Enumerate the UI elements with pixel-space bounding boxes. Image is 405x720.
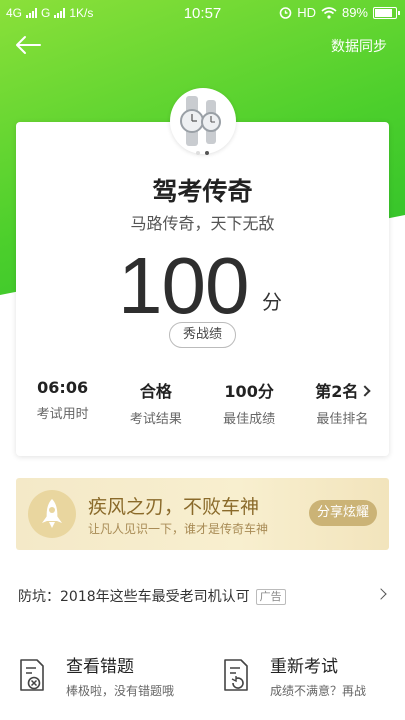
action-subtitle: 棒极啦，没有错题哦: [66, 684, 175, 698]
battery-icon: [373, 6, 400, 19]
stat-value: 第2名: [296, 378, 389, 402]
action-title: 查看错题: [66, 657, 134, 677]
ad-tag: 广告: [255, 589, 286, 605]
status-bar: 4G G 1K/s 10:57 HD 89%: [0, 0, 405, 28]
banner-title: 疾风之刃，不败车神: [88, 496, 260, 518]
stat-label: 考试结果: [129, 412, 182, 427]
watch-medal-icon: [180, 96, 221, 146]
stat-label: 考试用时: [36, 407, 89, 422]
result-title: 驾考传奇: [152, 177, 253, 206]
back-arrow-icon[interactable]: [14, 34, 42, 56]
rocket-icon: [42, 499, 62, 528]
stat-label: 最佳成绩: [223, 412, 276, 427]
hd-indicator: HD: [297, 5, 316, 20]
stat-value: 100分: [224, 382, 274, 401]
rocket-badge: [28, 490, 76, 538]
stat-exam-result: 合格 考试结果: [109, 378, 202, 427]
show-result-button[interactable]: 秀战绩: [169, 322, 236, 348]
alarm-icon: [279, 7, 292, 19]
ad-text: 防坑：2018年这些车最受老司机认可: [18, 589, 250, 605]
action-title: 重新考试: [270, 657, 338, 677]
stat-best-rank[interactable]: 第2名 最佳排名: [296, 378, 389, 427]
share-show-off-button[interactable]: 分享炫耀: [309, 500, 377, 526]
retake-exam-icon: [224, 659, 248, 691]
data-sync-button[interactable]: 数据同步: [331, 36, 387, 56]
stat-value: 06:06: [37, 378, 89, 397]
wrong-questions-icon: [20, 659, 44, 691]
chevron-right-icon: [359, 385, 372, 397]
banner-subtitle: 让凡人见识一下，谁才是传奇车神: [88, 522, 269, 536]
action-subtitle: 成绩不满意？再战: [270, 684, 367, 698]
result-subtitle: 马路传奇，天下无敌: [130, 214, 275, 233]
stat-exam-time: 06:06 考试用时: [16, 378, 109, 427]
chevron-right-icon: [375, 588, 387, 600]
rank-value: 第2名: [315, 382, 359, 401]
ad-text-wrap: 防坑：2018年这些车最受老司机认可 广告: [18, 586, 286, 606]
medal-pager-dots: [196, 151, 209, 155]
stat-best-score: 100分 最佳成绩: [203, 378, 296, 427]
exam-score: 100: [118, 241, 249, 330]
wifi-icon: [321, 6, 337, 19]
battery-percent: 89%: [341, 5, 368, 20]
status-right: HD 89%: [279, 5, 400, 20]
retake-exam-button[interactable]: 重新考试 成绩不满意？再战: [222, 652, 402, 704]
stat-value: 合格: [139, 382, 172, 401]
share-banner[interactable]: 疾风之刃，不败车神 让凡人见识一下，谁才是传奇车神 分享炫耀: [16, 478, 389, 550]
medal-badge[interactable]: [170, 88, 236, 154]
stat-label: 最佳排名: [316, 412, 369, 427]
stats-row: 06:06 考试用时 合格 考试结果 100分 最佳成绩 第2名 最佳排名: [16, 378, 389, 427]
ad-row[interactable]: 防坑：2018年这些车最受老司机认可 广告: [0, 578, 405, 612]
view-wrong-questions-button[interactable]: 查看错题 棒极啦，没有错题哦: [18, 652, 198, 704]
score-unit: 分: [262, 290, 282, 314]
